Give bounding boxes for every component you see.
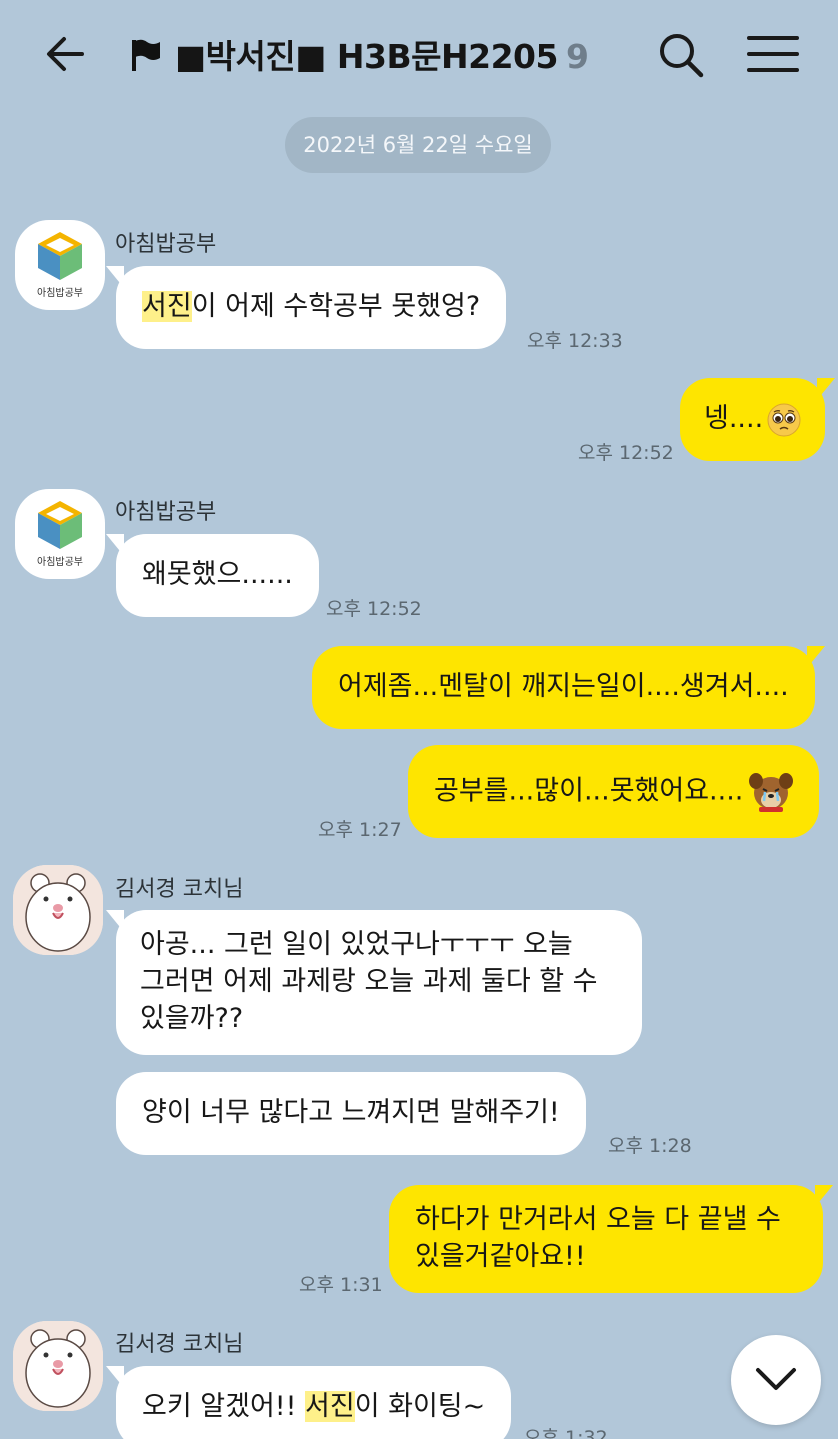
message-text-line: 있을거같아요!!	[415, 1241, 586, 1272]
message-time: 오후 12:52	[578, 442, 674, 464]
message-text-line: 아공... 그런 일이 있었구나ㅜㅜㅜ 오늘	[140, 929, 573, 960]
my-message-bubble[interactable]: 공부를...많이...못했어요....	[408, 745, 820, 838]
message-time: 오후 12:52	[326, 598, 422, 620]
message-bubble[interactable]: 오키 알겠어!! 서진이 화이팅~	[105, 1366, 512, 1439]
message-bubble[interactable]: 양이 너무 많다고 느껴지면 말해주기!	[116, 1072, 586, 1155]
back-arrow-icon[interactable]	[42, 30, 90, 78]
bear-character-icon	[13, 1321, 103, 1411]
mention-highlight: 서진	[142, 291, 192, 322]
message-time: 오후 1:32	[524, 1427, 608, 1439]
brand-logo-text: 아침밥공부	[37, 557, 83, 568]
chat-title-text: ■박서진■ H3B문H2205	[175, 37, 558, 76]
message-text: 양이 너무 많다고 느껴지면 말해주기!	[142, 1097, 560, 1128]
date-divider: 2022년 6월 22일 수요일	[285, 117, 551, 173]
brand-cube-icon	[38, 501, 82, 549]
my-message-bubble[interactable]: 하다가 만거라서 오늘 다 끝낼 수 있을거같아요!!	[389, 1185, 833, 1293]
my-message-bubble[interactable]: 어제좀...멘탈이 깨지는일이....생겨서....	[312, 646, 825, 729]
message-time: 오후 12:33	[527, 330, 623, 352]
message-text: 오키 알겠어!!	[142, 1391, 306, 1422]
message-bubble[interactable]: 왜못했으......	[106, 534, 319, 617]
chevron-down-icon	[756, 1368, 796, 1390]
brand-logo-text: 아침밥공부	[37, 288, 83, 299]
message-text-line: 하다가 만거라서 오늘 다 끝낼 수	[415, 1204, 781, 1235]
sender-avatar[interactable]: 아침밥공부	[15, 220, 105, 310]
message-text: 어제좀...멘탈이 깨지는일이....생겨서....	[338, 671, 789, 702]
sender-avatar[interactable]: 아침밥공부	[15, 489, 105, 579]
message-bubble[interactable]: 서진이 어제 수학공부 못했엉?	[105, 266, 507, 349]
brand-cube-icon	[38, 232, 82, 280]
sender-avatar[interactable]	[13, 1321, 103, 1411]
sender-name: 아침밥공부	[115, 232, 217, 257]
scroll-to-bottom-button[interactable]	[731, 1335, 821, 1425]
sender-name: 김서경 코치님	[115, 877, 244, 902]
sender-avatar[interactable]	[13, 865, 103, 955]
member-count: 9	[565, 37, 589, 76]
mention-highlight: 서진	[305, 1391, 355, 1422]
message-text: 넹....	[704, 403, 764, 434]
crying-dog-sticker-icon	[749, 773, 794, 812]
flag-icon	[132, 39, 160, 71]
message-text: 왜못했으......	[142, 559, 293, 590]
message-text-line: 그러면 어제 과제랑 오늘 과제 둘다 할 수	[140, 966, 598, 997]
message-text: 이 화이팅~	[354, 1391, 486, 1422]
bear-character-icon	[13, 865, 103, 955]
message-text: 이 어제 수학공부 못했엉?	[191, 291, 481, 322]
pleading-face-emoji-icon	[767, 403, 801, 436]
message-bubble[interactable]: 아공... 그런 일이 있었구나ㅜㅜㅜ 오늘 그러면 어제 과제랑 오늘 과제 …	[106, 910, 642, 1055]
message-text-line: 있을까??	[140, 1003, 244, 1034]
message-time: 오후 1:31	[299, 1274, 383, 1296]
hamburger-menu-icon[interactable]	[746, 34, 800, 74]
chat-title[interactable]: ■박서진■ H3B문H2205 9	[175, 30, 589, 78]
message-text: 공부를...많이...못했어요....	[434, 775, 744, 807]
sender-name: 아침밥공부	[115, 500, 217, 525]
my-message-bubble[interactable]: 넹....	[680, 378, 836, 461]
sender-name: 김서경 코치님	[115, 1332, 244, 1357]
message-time: 오후 1:27	[318, 819, 402, 841]
search-icon[interactable]	[656, 30, 706, 80]
message-time: 오후 1:28	[608, 1135, 692, 1157]
chat-header: ■박서진■ H3B문H2205 9	[0, 0, 838, 108]
